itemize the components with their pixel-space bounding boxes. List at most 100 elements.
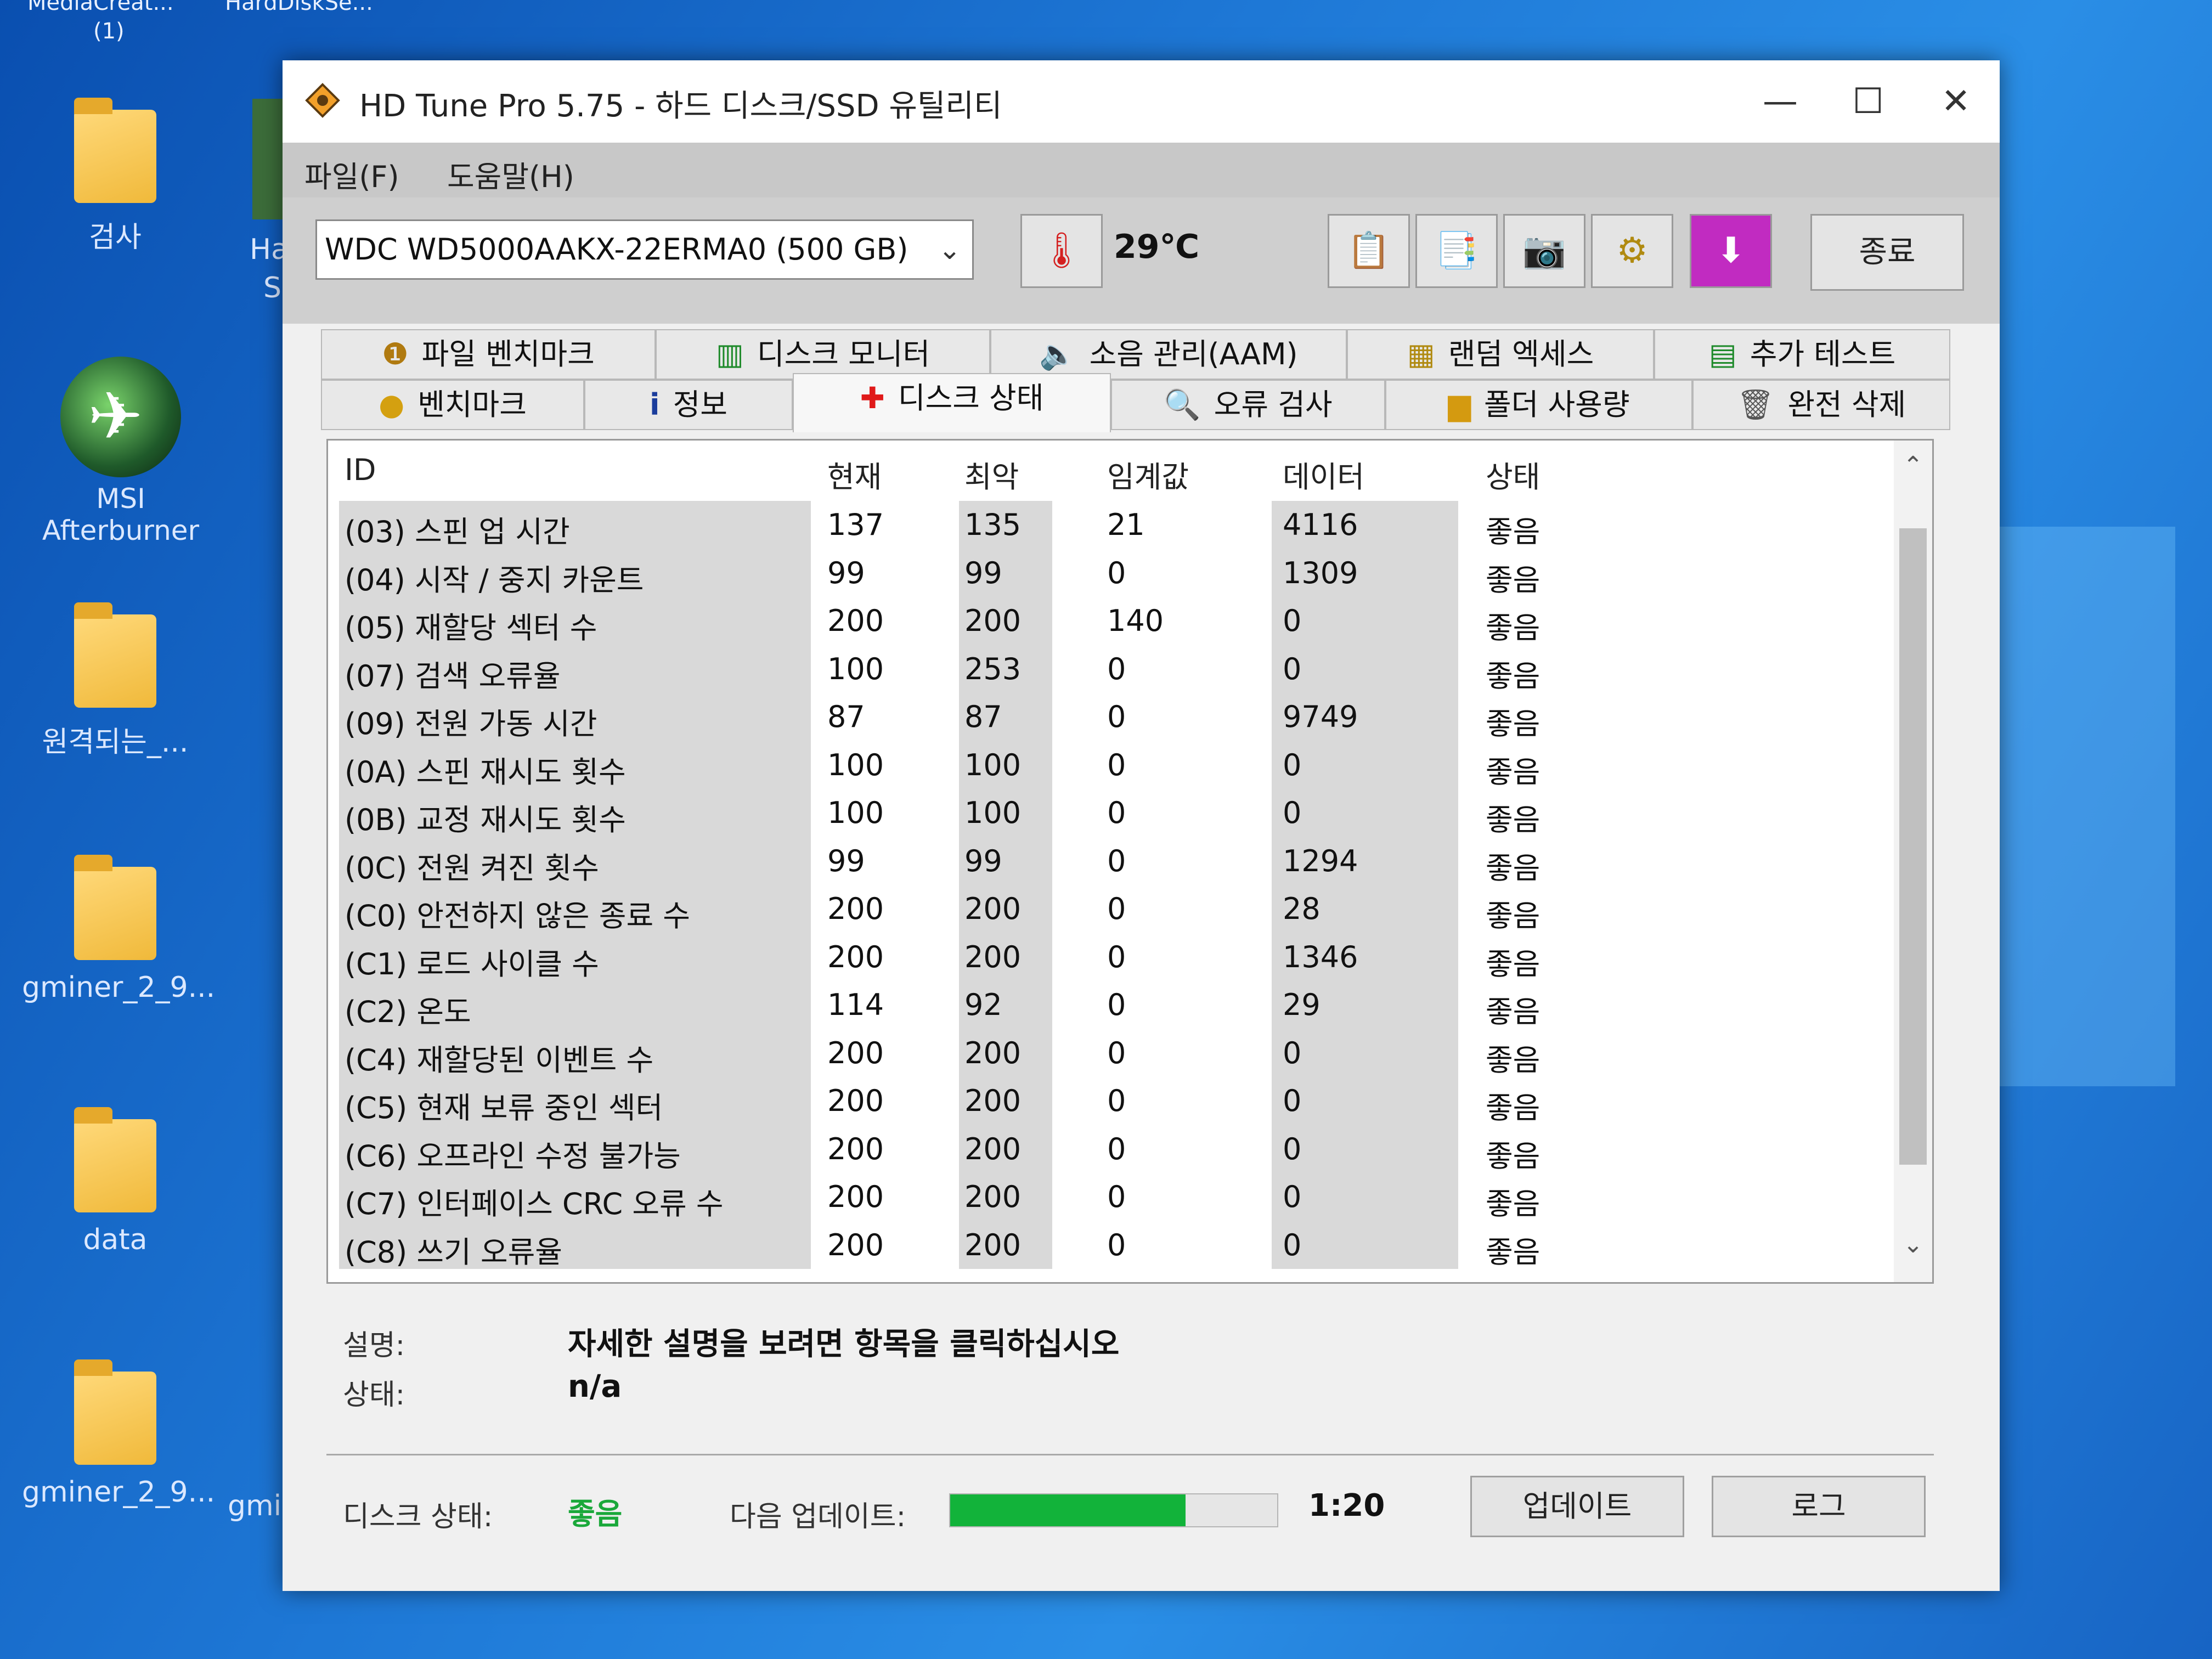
desktop-partial-app-icon bbox=[252, 99, 283, 219]
minimize-button[interactable]: — bbox=[1736, 71, 1824, 132]
vertical-scrollbar[interactable]: ⌃ ⌄ bbox=[1894, 441, 1932, 1282]
cell-status: 좋음 bbox=[1486, 1234, 1541, 1269]
header-status[interactable]: 상태 bbox=[1486, 453, 1540, 496]
table-row[interactable]: (C4) 재할당된 이벤트 수 200 200 0 0 좋음 bbox=[328, 1030, 1908, 1079]
tab-aam[interactable]: 🔈 소음 관리(AAM) bbox=[990, 329, 1347, 380]
disk-status-label: 디스크 상태: bbox=[343, 1500, 493, 1533]
download-button[interactable]: ⬇ bbox=[1690, 214, 1772, 288]
maximize-button[interactable]: ☐ bbox=[1824, 71, 1912, 132]
table-row[interactable]: (04) 시작 / 중지 카운트 99 99 0 1309 좋음 bbox=[328, 550, 1908, 599]
header-current[interactable]: 현재 bbox=[827, 453, 882, 496]
table-row[interactable]: (C2) 온도 114 92 0 29 좋음 bbox=[328, 982, 1908, 1030]
menu-file[interactable]: 파일(F) bbox=[304, 153, 399, 196]
scroll-down-icon[interactable]: ⌄ bbox=[1894, 1231, 1932, 1259]
table-row[interactable]: (0C) 전원 켜진 횟수 99 99 0 1294 좋음 bbox=[328, 838, 1908, 887]
tab-disk-health[interactable]: ✚ 디스크 상태 bbox=[793, 373, 1111, 432]
desktop-icon-gminer-2[interactable]: gminer_2_9... bbox=[22, 1359, 215, 1509]
table-row[interactable]: (C8) 쓰기 오류율 200 200 0 0 좋음 bbox=[328, 1222, 1908, 1271]
table-row[interactable]: (0A) 스핀 재시도 횟수 100 100 0 0 좋음 bbox=[328, 742, 1908, 791]
table-row[interactable]: (03) 스핀 업 시간 137 135 21 4116 좋음 bbox=[328, 502, 1908, 550]
table-row[interactable]: (C5) 현재 보류 중인 섹터 200 200 0 0 좋음 bbox=[328, 1078, 1908, 1126]
tab-secure-erase[interactable]: 🗑 완전 삭제 bbox=[1692, 380, 1950, 430]
header-threshold[interactable]: 임계값 bbox=[1107, 453, 1189, 496]
cell-worst: 92 bbox=[964, 988, 1002, 1022]
cell-current: 200 bbox=[827, 1035, 884, 1070]
tab-label: 디스크 모니터 bbox=[757, 337, 930, 371]
divider bbox=[326, 1454, 1934, 1455]
options-button[interactable]: ⚙ bbox=[1591, 214, 1673, 288]
cell-worst: 100 bbox=[964, 795, 1022, 830]
cell-threshold: 0 bbox=[1107, 1084, 1126, 1118]
exit-button[interactable]: 종료 bbox=[1810, 214, 1964, 291]
cell-worst: 87 bbox=[964, 699, 1002, 734]
update-button[interactable]: 업데이트 bbox=[1470, 1476, 1684, 1537]
desktop-icon-msi-afterburner[interactable]: MSI Afterburner bbox=[33, 357, 208, 546]
table-row[interactable]: (C0) 안전하지 않은 종료 수 200 200 0 28 좋음 bbox=[328, 886, 1908, 934]
cell-worst: 253 bbox=[964, 651, 1022, 686]
table-row[interactable]: (C7) 인터페이스 CRC 오류 수 200 200 0 0 좋음 bbox=[328, 1174, 1908, 1222]
temperature-button[interactable]: 🌡 bbox=[1020, 214, 1103, 288]
folder-icon bbox=[74, 855, 156, 960]
info-icon: i bbox=[650, 387, 660, 422]
cell-threshold: 0 bbox=[1107, 843, 1126, 878]
folder-icon bbox=[74, 98, 156, 203]
cell-data: 29 bbox=[1283, 988, 1321, 1022]
log-button[interactable]: 로그 bbox=[1712, 1476, 1926, 1537]
cell-data: 0 bbox=[1283, 1180, 1302, 1214]
tab-benchmark[interactable]: ● 벤치마크 bbox=[321, 380, 584, 430]
cell-status: 좋음 bbox=[1486, 899, 1541, 933]
trash-icon: 🗑 bbox=[1736, 387, 1775, 422]
cell-status: 좋음 bbox=[1486, 515, 1541, 549]
cell-current: 99 bbox=[827, 555, 865, 590]
drive-select[interactable]: WDC WD5000AAKX-22ERMA0 (500 GB) ⌄ bbox=[315, 219, 974, 280]
msi-afterburner-icon bbox=[60, 357, 181, 477]
tab-random-access[interactable]: ▦ 랜덤 엑세스 bbox=[1347, 329, 1654, 380]
header-data[interactable]: 데이터 bbox=[1283, 453, 1364, 496]
screenshot-button[interactable]: 📷 bbox=[1503, 214, 1585, 288]
table-row[interactable]: (0B) 교정 재시도 횟수 100 100 0 0 좋음 bbox=[328, 790, 1908, 838]
status-value: n/a bbox=[568, 1369, 622, 1404]
next-update-time: 1:20 bbox=[1308, 1488, 1385, 1523]
tab-extra-tests[interactable]: ▤ 추가 테스트 bbox=[1654, 329, 1950, 380]
benchmark-icon: ● bbox=[379, 387, 405, 422]
cell-data: 1346 bbox=[1283, 939, 1358, 974]
table-row[interactable]: (09) 전원 가동 시간 87 87 0 9749 좋음 bbox=[328, 694, 1908, 742]
cell-data: 1309 bbox=[1283, 555, 1358, 590]
desktop-icon-remote[interactable]: 원격되는_... bbox=[33, 602, 198, 760]
cell-id: (07) 검색 오류율 bbox=[345, 658, 561, 693]
tab-error-scan[interactable]: 🔍 오류 검사 bbox=[1111, 380, 1385, 430]
desktop-icon-geomsa[interactable]: 검사 bbox=[33, 98, 198, 255]
copy-text-button[interactable]: 📋 bbox=[1328, 214, 1410, 288]
tab-file-benchmark[interactable]: ❶ 파일 벤치마크 bbox=[321, 329, 656, 380]
desktop-icon-gminer-1[interactable]: gminer_2_9... bbox=[22, 855, 215, 1004]
tab-strip: ❶ 파일 벤치마크 ▥ 디스크 모니터 🔈 소음 관리(AAM) ▦ 랜덤 엑세스 ▤ 추… bbox=[321, 329, 1956, 439]
desktop-icon-data[interactable]: data bbox=[33, 1107, 198, 1256]
cell-id: (04) 시작 / 중지 카운트 bbox=[345, 562, 644, 597]
tab-info[interactable]: i 정보 bbox=[584, 380, 793, 430]
extra-tests-icon: ▤ bbox=[1708, 337, 1737, 371]
scroll-thumb[interactable] bbox=[1899, 528, 1927, 1165]
table-row[interactable]: (C6) 오프라인 수정 불가능 200 200 0 0 좋음 bbox=[328, 1126, 1908, 1175]
cell-worst: 200 bbox=[964, 1035, 1022, 1070]
cell-status: 좋음 bbox=[1486, 1187, 1541, 1221]
table-row[interactable]: (C1) 로드 사이클 수 200 200 0 1346 좋음 bbox=[328, 934, 1908, 983]
close-button[interactable]: ✕ bbox=[1912, 71, 2000, 132]
table-header: ID 현재 최악 임계값 데이터 상태 bbox=[328, 441, 1932, 501]
header-id[interactable]: ID bbox=[345, 453, 376, 487]
menu-help[interactable]: 도움말(H) bbox=[447, 153, 574, 196]
cell-id: (0B) 교정 재시도 횟수 bbox=[345, 803, 626, 837]
cell-worst: 100 bbox=[964, 747, 1022, 782]
cell-status: 좋음 bbox=[1486, 562, 1541, 597]
cell-threshold: 0 bbox=[1107, 651, 1126, 686]
scroll-up-icon[interactable]: ⌃ bbox=[1894, 452, 1932, 479]
cell-worst: 200 bbox=[964, 1131, 1022, 1166]
table-row[interactable]: (05) 재할당 섹터 수 200 200 140 0 좋음 bbox=[328, 598, 1908, 646]
cell-current: 200 bbox=[827, 891, 884, 926]
tab-disk-monitor[interactable]: ▥ 디스크 모니터 bbox=[656, 329, 990, 380]
table-row[interactable]: (07) 검색 오류율 100 253 0 0 좋음 bbox=[328, 646, 1908, 695]
cell-current: 99 bbox=[827, 843, 865, 878]
copy-all-button[interactable]: 📑 bbox=[1415, 214, 1498, 288]
title-bar[interactable]: HD Tune Pro 5.75 - 하드 디스크/SSD 유틸리티 — ☐ ✕ bbox=[283, 60, 2000, 143]
header-worst[interactable]: 최악 bbox=[964, 453, 1019, 496]
tab-folder-usage[interactable]: ▆ 폴더 사용량 bbox=[1385, 380, 1692, 430]
